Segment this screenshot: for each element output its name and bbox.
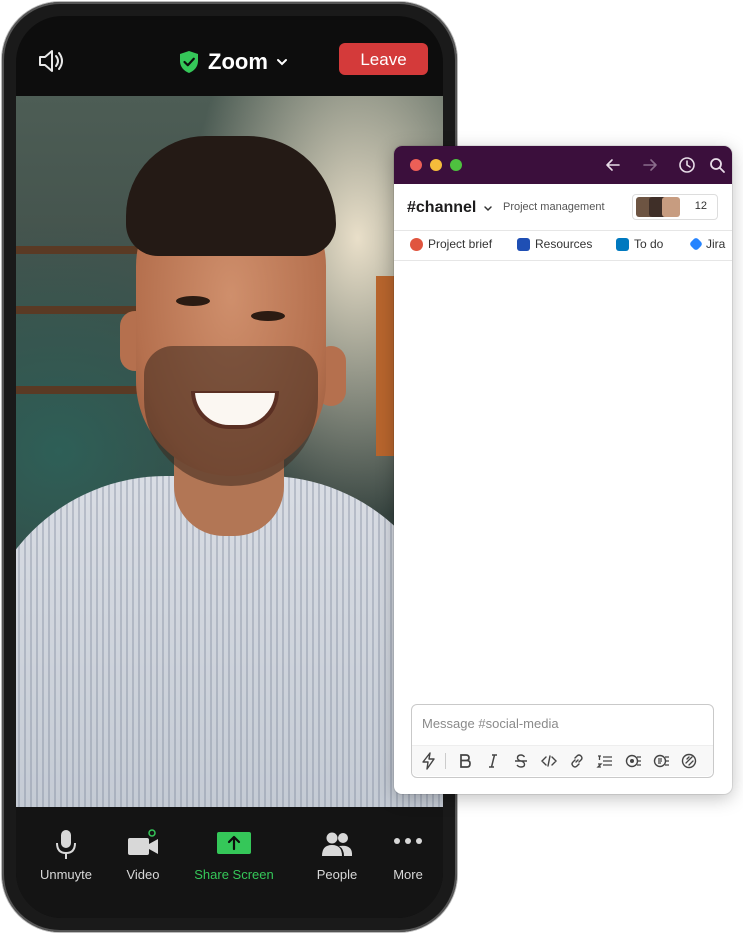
message-composer [411,704,714,778]
back-arrow-icon[interactable] [604,156,622,174]
members-button[interactable]: 12 [632,194,718,220]
numbered-list-icon[interactable] [596,752,614,770]
link-icon[interactable] [568,752,586,770]
forward-arrow-icon[interactable] [641,156,659,174]
slack-title-bar [394,146,732,184]
app-title: Zoom [208,49,268,74]
share-screen-icon [217,832,251,854]
formatting-toolbar [412,745,713,776]
search-icon[interactable] [708,156,726,174]
person-eye [176,296,210,306]
shelf [16,246,146,254]
people-button[interactable]: People [297,829,377,882]
tab-project-brief[interactable]: Project brief [410,237,492,251]
tab-label: Jira [706,237,726,251]
tab-jira[interactable]: Jira [688,236,726,252]
quote-block-icon[interactable] [652,752,670,770]
unmute-label: Unmuyte [39,867,93,882]
video-button[interactable]: Video [103,829,183,882]
more-button[interactable]: More [368,829,443,882]
shelf [16,386,146,394]
share-screen-button[interactable]: Share Screen [194,829,274,882]
people-label: People [316,867,358,882]
people-icon [322,832,353,856]
zoom-top-bar: Zoom Leave [16,16,443,96]
jira-icon [688,236,704,252]
microphone-icon [56,830,76,859]
member-count: 12 [694,200,707,212]
chevron-down-icon[interactable] [483,204,493,214]
person-eye [251,311,285,321]
window-minimize-icon[interactable] [430,159,442,171]
unmute-button[interactable]: Unmuyte [26,829,106,882]
tab-label: Project brief [428,237,493,251]
zoom-meeting-screen: Zoom Leave Unmuyte Video Share Screen Pe… [16,16,443,918]
slack-window: #channel Project management 12 Project b… [394,146,732,794]
tab-label: Resources [535,237,593,251]
toolbar-divider [445,753,446,769]
bookmarks-bar: Project brief Resources To do Jira [394,230,732,261]
avatar [662,197,680,217]
phone-frame: Zoom Leave Unmuyte Video Share Screen Pe… [2,2,457,932]
chevron-down-icon [276,59,287,66]
tab-to-do[interactable]: To do [616,237,663,251]
share-screen-label: Share Screen [194,867,274,882]
code-block-icon[interactable] [680,752,698,770]
window-close-icon[interactable] [410,159,422,171]
zoom-control-bar: Unmuyte Video Share Screen People More [16,807,443,918]
meeting-title[interactable]: Zoom [178,48,288,76]
strikethrough-icon[interactable] [512,752,530,770]
video-label: Video [126,867,160,882]
document-icon [410,237,423,251]
video-camera-icon [128,829,158,855]
dropbox-icon [517,237,530,251]
history-clock-icon[interactable] [678,156,696,174]
shortcuts-lightning-icon[interactable] [420,752,438,770]
italic-icon[interactable] [484,752,502,770]
more-dots-icon [394,838,422,844]
message-input[interactable] [422,711,702,735]
window-zoom-icon[interactable] [450,159,462,171]
speaker-icon[interactable] [36,46,66,76]
channel-name[interactable]: #channel [407,199,476,217]
channel-header: #channel Project management 12 [394,184,732,231]
bulleted-list-icon[interactable] [624,752,642,770]
tab-label: To do [634,237,664,251]
bold-icon[interactable] [456,752,474,770]
more-label: More [393,867,423,882]
shield-check-icon [180,51,198,73]
code-icon[interactable] [540,752,558,770]
leave-button[interactable]: Leave [339,43,428,75]
tab-resources[interactable]: Resources [517,237,592,251]
participant-video [16,96,443,807]
trello-icon [616,237,629,251]
channel-topic: Project management [503,201,605,213]
